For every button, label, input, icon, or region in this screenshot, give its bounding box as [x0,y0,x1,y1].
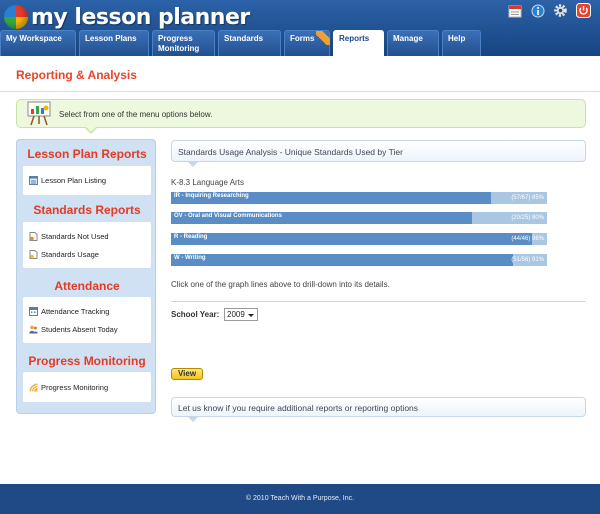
title-band: Reporting & Analysis [0,56,600,92]
tab-my-workspace[interactable]: My Workspace [0,30,76,56]
copyright-text: © 2010 Teach With a Purpose, Inc. [245,495,355,502]
bar-row[interactable]: OV - Oral and Visual Communications (20/2… [171,212,547,224]
chart-subject-label: K-8.3 Language Arts [171,178,244,187]
menu-item-standards-usage[interactable]: Standards Usage [29,250,99,259]
bar-category-label: R - Reading [174,234,208,240]
app-logo[interactable]: my lesson planner [4,4,250,30]
tab-manage[interactable]: Manage [387,30,439,56]
analysis-header-text: Standards Usage Analysis - Unique Standa… [178,147,403,157]
view-button[interactable]: View [171,368,203,380]
gear-icon[interactable] [552,2,569,19]
bar-row[interactable]: R - Reading (44/46) 96% [171,233,547,245]
menu-box-attendance: Attendance Tracking Students Absent Toda… [23,297,151,343]
new-ribbon-icon [316,31,330,45]
users-icon [29,325,38,334]
tab-standards[interactable]: Standards [218,30,281,56]
menu-item-standards-not-used[interactable]: Standards Not Used [29,232,109,241]
analysis-header-pointer [188,162,198,167]
tab-lesson-plans[interactable]: Lesson Plans [79,30,149,56]
menu-item-attendance-tracking[interactable]: Attendance Tracking [29,307,109,316]
banner-pointer-inner [86,127,96,132]
menu-heading-lesson-plan-reports: Lesson Plan Reports [27,147,147,161]
logo-text: my lesson planner [31,4,250,30]
menu-box-lesson-plan: Lesson Plan Listing [23,166,151,195]
menu-heading-progress-monitoring: Progress Monitoring [28,354,146,368]
bar-value-label: (20/25) 80% [511,215,544,221]
calendar-icon[interactable] [506,2,523,19]
app-footer: © 2010 Teach With a Purpose, Inc. [0,484,600,514]
tab-help[interactable]: Help [442,30,481,56]
tab-reports[interactable]: Reports [333,30,384,56]
calendar-icon [29,307,38,316]
document-icon [29,250,38,259]
contact-banner: Let us know if you require additional re… [171,397,586,422]
easel-chart-icon [25,100,53,126]
banner-text: Select from one of the menu options belo… [59,110,213,119]
bar-fill [171,254,513,266]
school-year-select[interactable]: 2009 [224,308,258,321]
school-year-label: School Year: [171,310,220,319]
bar-category-label: W - Writing [174,255,206,261]
chart-icon [29,383,38,392]
bar-category-label: IR - Inquiring Researching [174,193,249,199]
menu-heading-standards-reports: Standards Reports [33,203,141,217]
contact-pointer [188,417,198,422]
reports-menu: Lesson Plan Reports Lesson Plan Listing … [16,139,156,414]
tab-forms[interactable]: Forms [284,30,330,56]
main-nav: My Workspace Lesson Plans Progress Monit… [0,30,484,56]
info-icon[interactable] [529,2,546,19]
menu-item-lesson-plan-listing[interactable]: Lesson Plan Listing [29,176,106,185]
bar-row[interactable]: IR - Inquiring Researching (57/67) 85% [171,192,547,204]
bar-value-label: (44/46) 96% [511,236,544,242]
divider [171,301,586,302]
power-icon[interactable] [575,2,592,19]
bar-fill [171,233,532,245]
tab-progress-monitoring[interactable]: Progress Monitoring [152,30,215,56]
drilldown-hint: Click one of the graph lines above to dr… [171,280,390,289]
document-icon [29,232,38,241]
logo-globe-icon [4,5,28,29]
menu-box-progress: Progress Monitoring [23,372,151,402]
chevron-down-icon [248,314,254,317]
menu-heading-attendance: Attendance [54,279,120,293]
bar-value-label: (57/67) 85% [511,195,544,201]
info-banner: Select from one of the menu options belo… [16,99,586,134]
header-icons [506,2,592,19]
menu-box-standards: Standards Not Used Standards Usage [23,222,151,268]
contact-text: Let us know if you require additional re… [178,403,419,413]
menu-item-progress-monitoring[interactable]: Progress Monitoring [29,383,108,392]
school-year-value: 2009 [227,310,245,319]
bar-value-label: (51/56) 91% [511,257,544,263]
list-icon [29,176,38,185]
app-header: my lesson planner My Workspace Lesson Pl… [0,0,600,56]
analysis-header: Standards Usage Analysis - Unique Standa… [171,140,586,167]
bar-row[interactable]: W - Writing (51/56) 91% [171,254,547,266]
menu-item-students-absent-today[interactable]: Students Absent Today [29,325,118,334]
page-title: Reporting & Analysis [16,68,137,82]
bar-category-label: OV - Oral and Visual Communications [174,213,282,219]
